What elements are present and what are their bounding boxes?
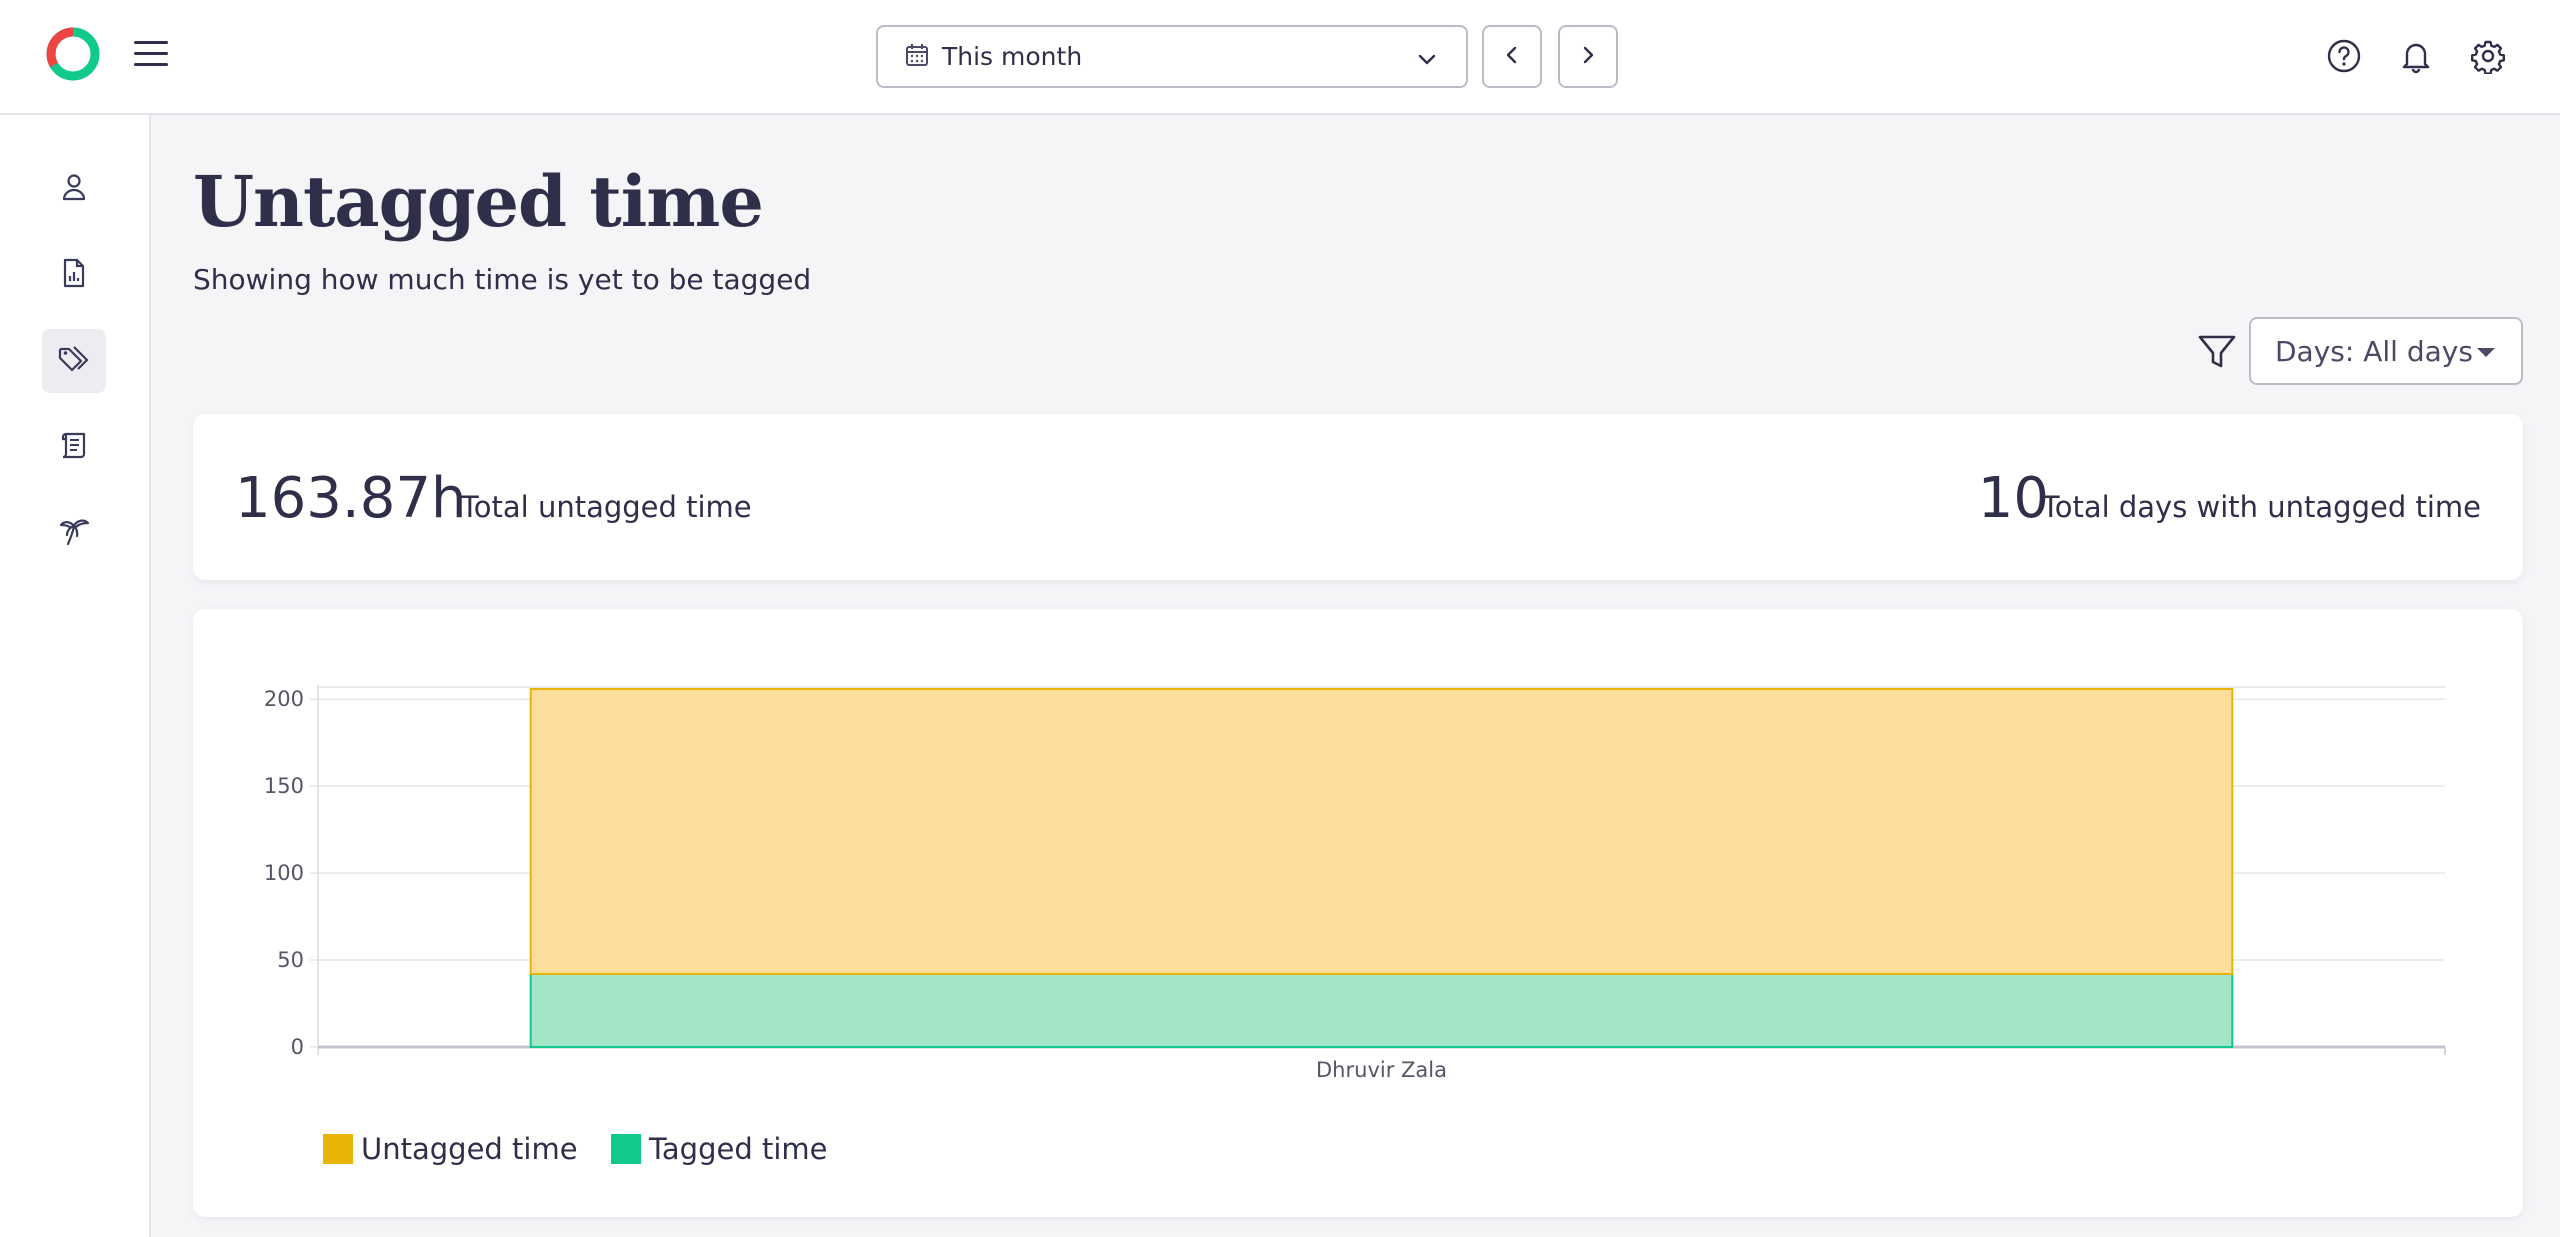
filter-icon[interactable] xyxy=(2196,331,2238,373)
bar-tagged xyxy=(529,972,2234,1049)
days-filter-label: Days: All days xyxy=(2275,334,2473,368)
days-untagged-label: Total days with untagged time xyxy=(2041,490,2481,524)
y-tick-label: 200 xyxy=(264,687,304,711)
date-range-select[interactable]: This month xyxy=(876,25,1468,88)
page-title: Untagged time xyxy=(193,160,764,243)
y-tick-label: 0 xyxy=(291,1035,304,1059)
tags-icon xyxy=(57,342,91,380)
bar-untagged xyxy=(529,688,2234,975)
menu-icon[interactable] xyxy=(134,41,168,71)
y-tick-label: 150 xyxy=(264,774,304,798)
chart-card: 0 50 100 150 200 Dhruvir Zala Untagged time T… xyxy=(193,609,2523,1217)
sidebar xyxy=(0,115,151,1237)
page-subtitle: Showing how much time is yet to be tagge… xyxy=(193,263,812,296)
sidebar-item-logs[interactable] xyxy=(42,415,106,479)
bell-icon[interactable] xyxy=(2396,36,2436,76)
previous-period-button[interactable] xyxy=(1482,25,1542,88)
help-icon[interactable] xyxy=(2324,36,2364,76)
gear-icon[interactable] xyxy=(2468,36,2508,76)
x-tick-label: Dhruvir Zala xyxy=(1316,1058,1447,1082)
sidebar-item-reports[interactable] xyxy=(42,243,106,307)
top-bar: This month xyxy=(0,0,2560,115)
y-tick-label: 50 xyxy=(277,948,304,972)
chevron-right-icon xyxy=(1577,44,1599,70)
legend-swatch-tagged xyxy=(611,1134,641,1164)
user-icon xyxy=(58,171,90,207)
calendar-icon xyxy=(904,42,930,72)
date-range-label: This month xyxy=(942,42,1083,71)
sidebar-item-tags[interactable] xyxy=(42,329,106,393)
stacked-bar-chart: 0 50 100 150 200 Dhruvir Zala xyxy=(264,685,2446,1082)
next-period-button[interactable] xyxy=(1558,25,1618,88)
report-icon xyxy=(58,257,90,293)
sidebar-item-users[interactable] xyxy=(42,157,106,221)
summary-card: 163.87h Total untagged time 10 Total day… xyxy=(193,414,2523,580)
total-untagged-value: 163.87h xyxy=(235,466,467,531)
legend-item-untagged[interactable]: Untagged time xyxy=(323,1132,578,1166)
palm-tree-icon xyxy=(57,514,91,552)
legend-label-tagged: Tagged time xyxy=(649,1132,828,1166)
legend-swatch-untagged xyxy=(323,1134,353,1164)
total-untagged-label: Total untagged time xyxy=(461,490,752,524)
sidebar-item-time-off[interactable] xyxy=(42,501,106,565)
y-tick-label: 100 xyxy=(264,861,304,885)
days-untagged-value: 10 xyxy=(1977,466,2049,531)
days-filter-select[interactable]: Days: All days xyxy=(2249,317,2523,385)
chevron-down-icon xyxy=(1416,48,1438,74)
legend-label-untagged: Untagged time xyxy=(361,1132,578,1166)
caret-down-icon xyxy=(2477,348,2495,357)
legend-item-tagged[interactable]: Tagged time xyxy=(611,1132,828,1166)
scroll-icon xyxy=(58,429,90,465)
app-logo[interactable] xyxy=(46,27,100,81)
chevron-left-icon xyxy=(1501,44,1523,70)
